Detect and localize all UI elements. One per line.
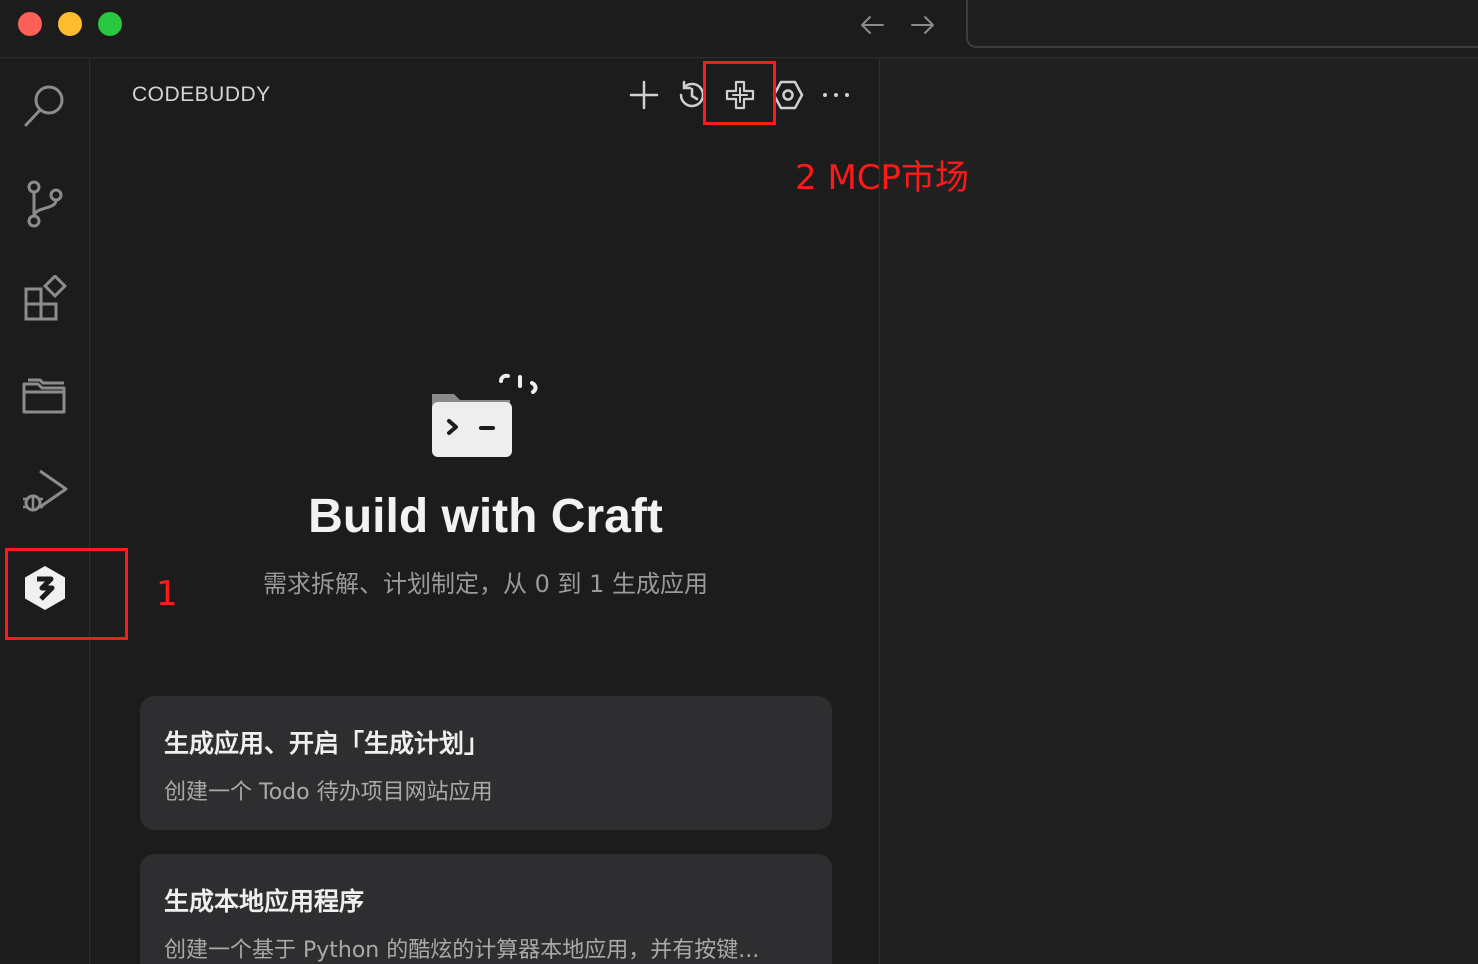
more-actions-button[interactable] bbox=[818, 77, 854, 113]
settings-icon bbox=[772, 80, 804, 110]
back-arrow-icon[interactable] bbox=[857, 10, 887, 40]
new-chat-button[interactable] bbox=[626, 77, 662, 113]
extensions-icon bbox=[24, 275, 68, 321]
suggestion-card-local-app[interactable]: 生成本地应用程序 创建一个基于 Python 的酷炫的计算器本地应用，并有按键.… bbox=[140, 854, 832, 964]
annotation-label-1: 1 bbox=[156, 574, 178, 614]
card-title: 生成本地应用程序 bbox=[164, 887, 365, 916]
suggestion-card-generate-app[interactable]: 生成应用、开启「生成计划」 创建一个 Todo 待办项目网站应用 bbox=[140, 696, 832, 830]
more-icon bbox=[823, 93, 849, 97]
command-center-search[interactable] bbox=[966, 0, 1478, 48]
forward-arrow-icon[interactable] bbox=[908, 10, 938, 40]
close-window-button[interactable] bbox=[18, 12, 42, 36]
hero-title: Build with Craft bbox=[308, 490, 663, 543]
codebuddy-panel: CODEBUDDY Build with Craft 需求拆解、计划制定，从 0… bbox=[91, 59, 880, 964]
app-window: CODEBUDDY Build with Craft 需求拆解、计划制定，从 0… bbox=[0, 0, 1478, 964]
editor-area bbox=[881, 59, 1478, 964]
card-description: 创建一个 Todo 待办项目网站应用 bbox=[164, 780, 493, 805]
terminal-folder-icon bbox=[432, 373, 538, 457]
minimize-window-button[interactable] bbox=[58, 12, 82, 36]
maximize-window-button[interactable] bbox=[98, 12, 122, 36]
title-bar bbox=[0, 0, 1478, 58]
activity-search[interactable] bbox=[0, 61, 90, 151]
search-icon bbox=[24, 85, 64, 127]
activity-bar bbox=[0, 59, 90, 964]
annotation-label-2: 2 MCP市场 bbox=[795, 158, 970, 198]
card-title: 生成应用、开启「生成计划」 bbox=[164, 729, 490, 758]
folder-icon bbox=[22, 378, 66, 414]
panel-title: CODEBUDDY bbox=[132, 83, 271, 106]
activity-extensions[interactable] bbox=[0, 255, 90, 345]
source-control-icon bbox=[27, 180, 63, 228]
run-debug-icon bbox=[23, 469, 68, 512]
card-description: 创建一个基于 Python 的酷炫的计算器本地应用，并有按键... bbox=[164, 938, 760, 963]
plus-icon bbox=[629, 80, 659, 110]
activity-source-control[interactable] bbox=[0, 159, 90, 249]
activity-run-debug[interactable] bbox=[0, 445, 90, 535]
hero-subtitle: 需求拆解、计划制定，从 0 到 1 生成应用 bbox=[262, 570, 709, 598]
activity-explorer[interactable] bbox=[0, 350, 90, 440]
annotation-box-codebuddy bbox=[5, 548, 128, 640]
annotation-box-mcp bbox=[703, 61, 776, 125]
